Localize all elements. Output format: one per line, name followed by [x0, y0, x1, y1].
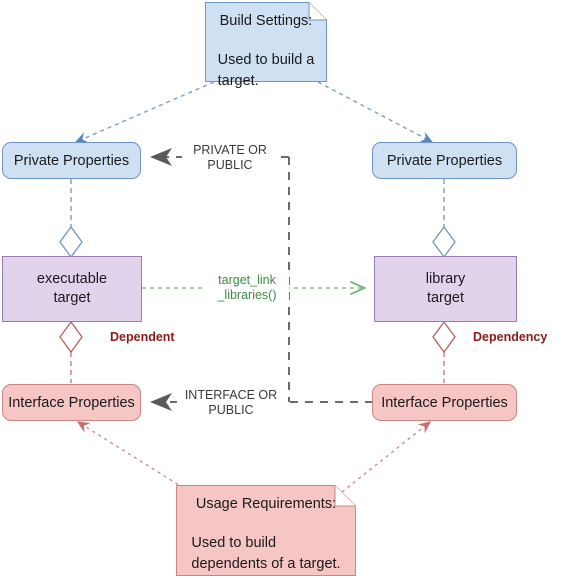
label-dependency: Dependency — [473, 330, 548, 344]
build-settings-note-title: Build Settings: — [219, 13, 313, 29]
diagram-canvas: Build Settings: Used to build a target. … — [0, 0, 566, 578]
label-dependent: Dependent — [110, 330, 175, 344]
label-interface-or-public: INTERFACE OR PUBLIC — [177, 388, 285, 418]
node-library-target: library target — [374, 256, 517, 322]
node-executable-target: executable target — [2, 256, 142, 322]
node-interface-properties-right: Interface Properties — [372, 384, 517, 421]
edge-usage-to-interface-left — [76, 421, 191, 493]
build-settings-note-body: Used to build a target. — [217, 52, 315, 89]
diamond-private-right — [432, 225, 456, 259]
usage-requirements-note-body: Used to build dependents of a target. — [191, 535, 341, 572]
edge-usage-to-interface-right — [341, 421, 432, 493]
usage-requirements-note: Usage Requirements: Used to build depend… — [176, 485, 356, 576]
diamond-interface-left — [59, 320, 83, 354]
build-settings-note: Build Settings: Used to build a target. — [205, 2, 327, 89]
node-private-properties-left: Private Properties — [2, 142, 141, 179]
label-private-or-public: PRIVATE OR PUBLIC — [182, 143, 278, 173]
node-interface-properties-left: Interface Properties — [2, 384, 141, 421]
diamond-private-left — [59, 225, 83, 259]
edge-build-settings-to-private-right — [317, 81, 434, 143]
diamond-interface-right — [432, 320, 456, 354]
usage-requirements-note-title: Usage Requirements: — [195, 496, 337, 512]
node-private-properties-right: Private Properties — [372, 142, 517, 179]
edge-build-settings-to-private-left — [74, 81, 215, 143]
label-target-link-libraries: target_link _libraries() — [205, 273, 289, 303]
